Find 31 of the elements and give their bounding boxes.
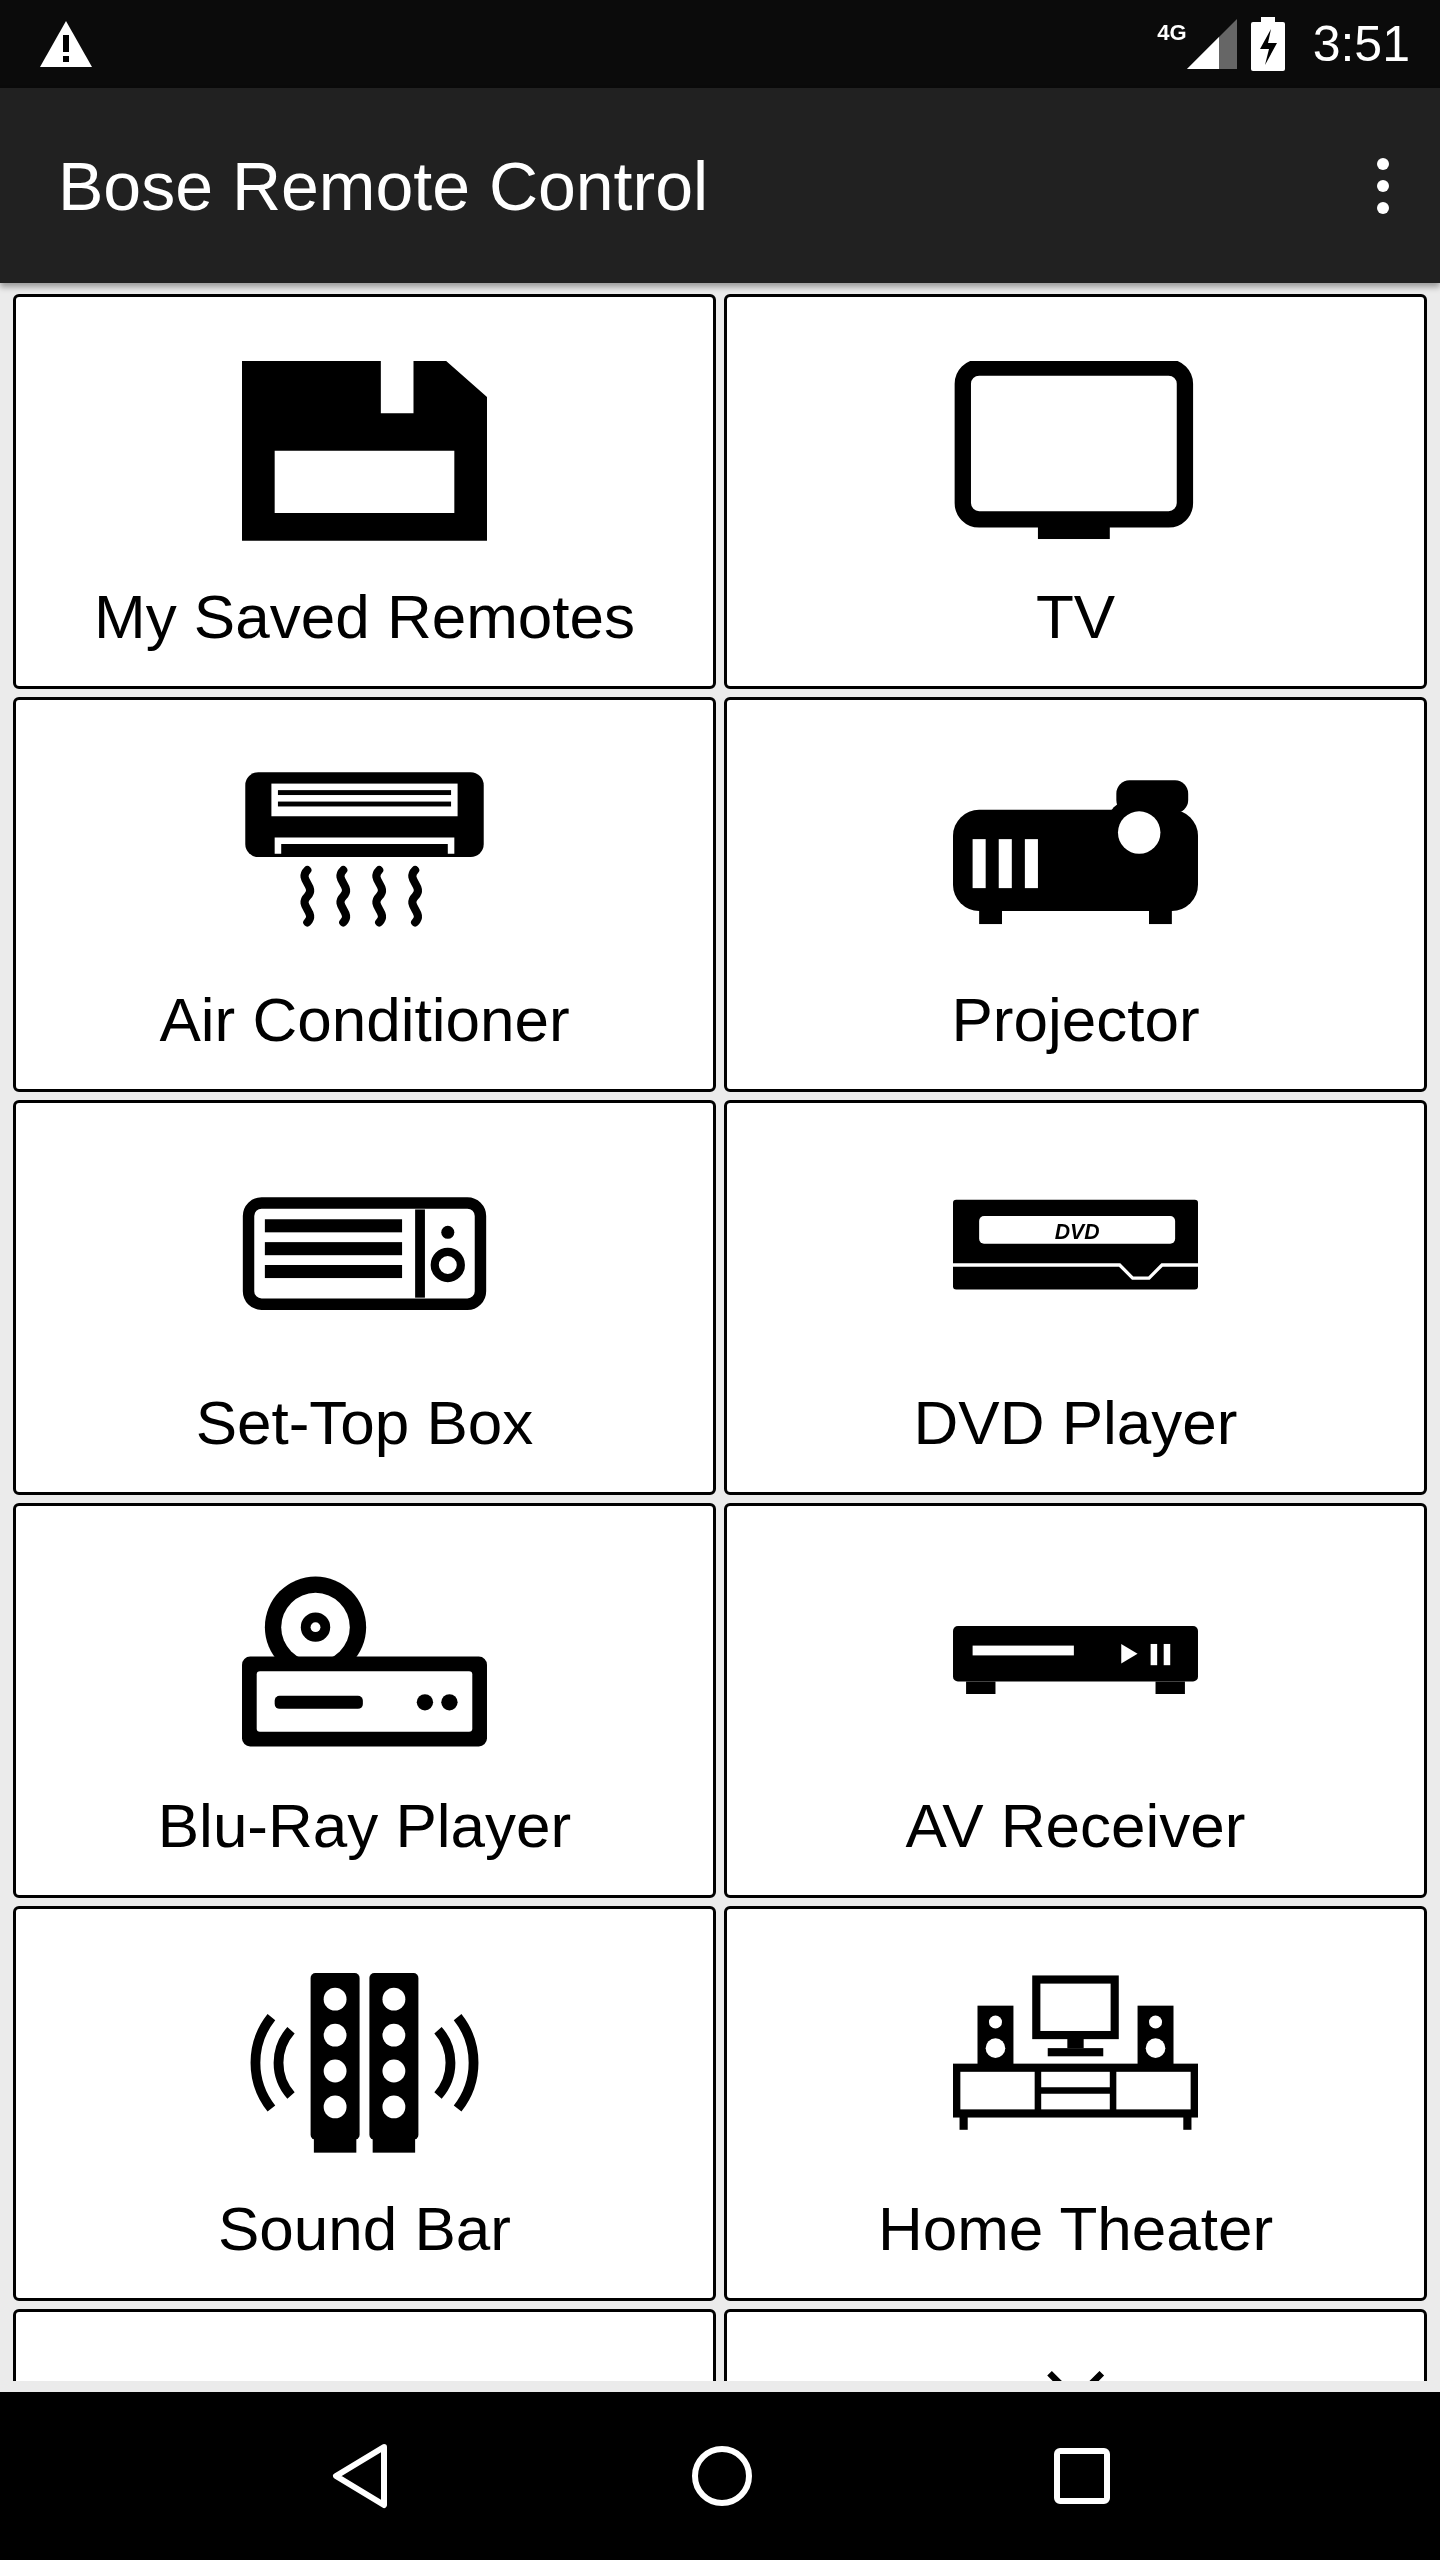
device-label: Sound Bar	[218, 2192, 511, 2264]
more-vert-icon[interactable]	[1376, 156, 1390, 215]
network-type-text: 4G	[1157, 20, 1187, 46]
device-tile[interactable]: Blu-Ray Player	[13, 1503, 716, 1898]
warning-icon	[40, 21, 92, 67]
device-label: Air Conditioner	[159, 983, 570, 1055]
device-tile[interactable]: Air Conditioner	[13, 697, 716, 1092]
device-tile[interactable]: My Saved Remotes	[13, 294, 716, 689]
device-tile[interactable]: AV Receiver	[724, 1503, 1427, 1898]
device-tile[interactable]: DVD DVD Player	[724, 1100, 1427, 1495]
av-receiver-icon	[953, 1625, 1198, 1695]
device-tile[interactable]: Set-Top Box	[13, 1100, 716, 1495]
battery-charging-icon	[1250, 17, 1285, 71]
device-label: Set-Top Box	[195, 1386, 534, 1458]
recents-icon[interactable]	[1053, 2448, 1110, 2504]
clock-text: 3:51	[1312, 15, 1410, 73]
device-tile[interactable]: Projector	[724, 697, 1427, 1092]
device-label: DVD Player	[913, 1386, 1238, 1458]
device-label: TV	[1035, 580, 1116, 652]
dvd-logo-text: DVD	[1054, 1220, 1100, 1244]
home-icon[interactable]	[691, 2445, 753, 2507]
device-label: Blu-Ray Player	[157, 1789, 572, 1861]
device-tile[interactable]: Sound Bar	[13, 1906, 716, 2301]
device-label: My Saved Remotes	[94, 580, 635, 652]
device-label: AV Receiver	[905, 1789, 1246, 1861]
signal-icon	[1186, 19, 1237, 69]
device-tile[interactable]: TV	[724, 294, 1427, 689]
device-tile[interactable]: Home Theater	[724, 1906, 1427, 2301]
app-title: Bose Remote Control	[58, 146, 710, 225]
device-label: Home Theater	[877, 2192, 1274, 2264]
device-label: Projector	[951, 983, 1200, 1055]
